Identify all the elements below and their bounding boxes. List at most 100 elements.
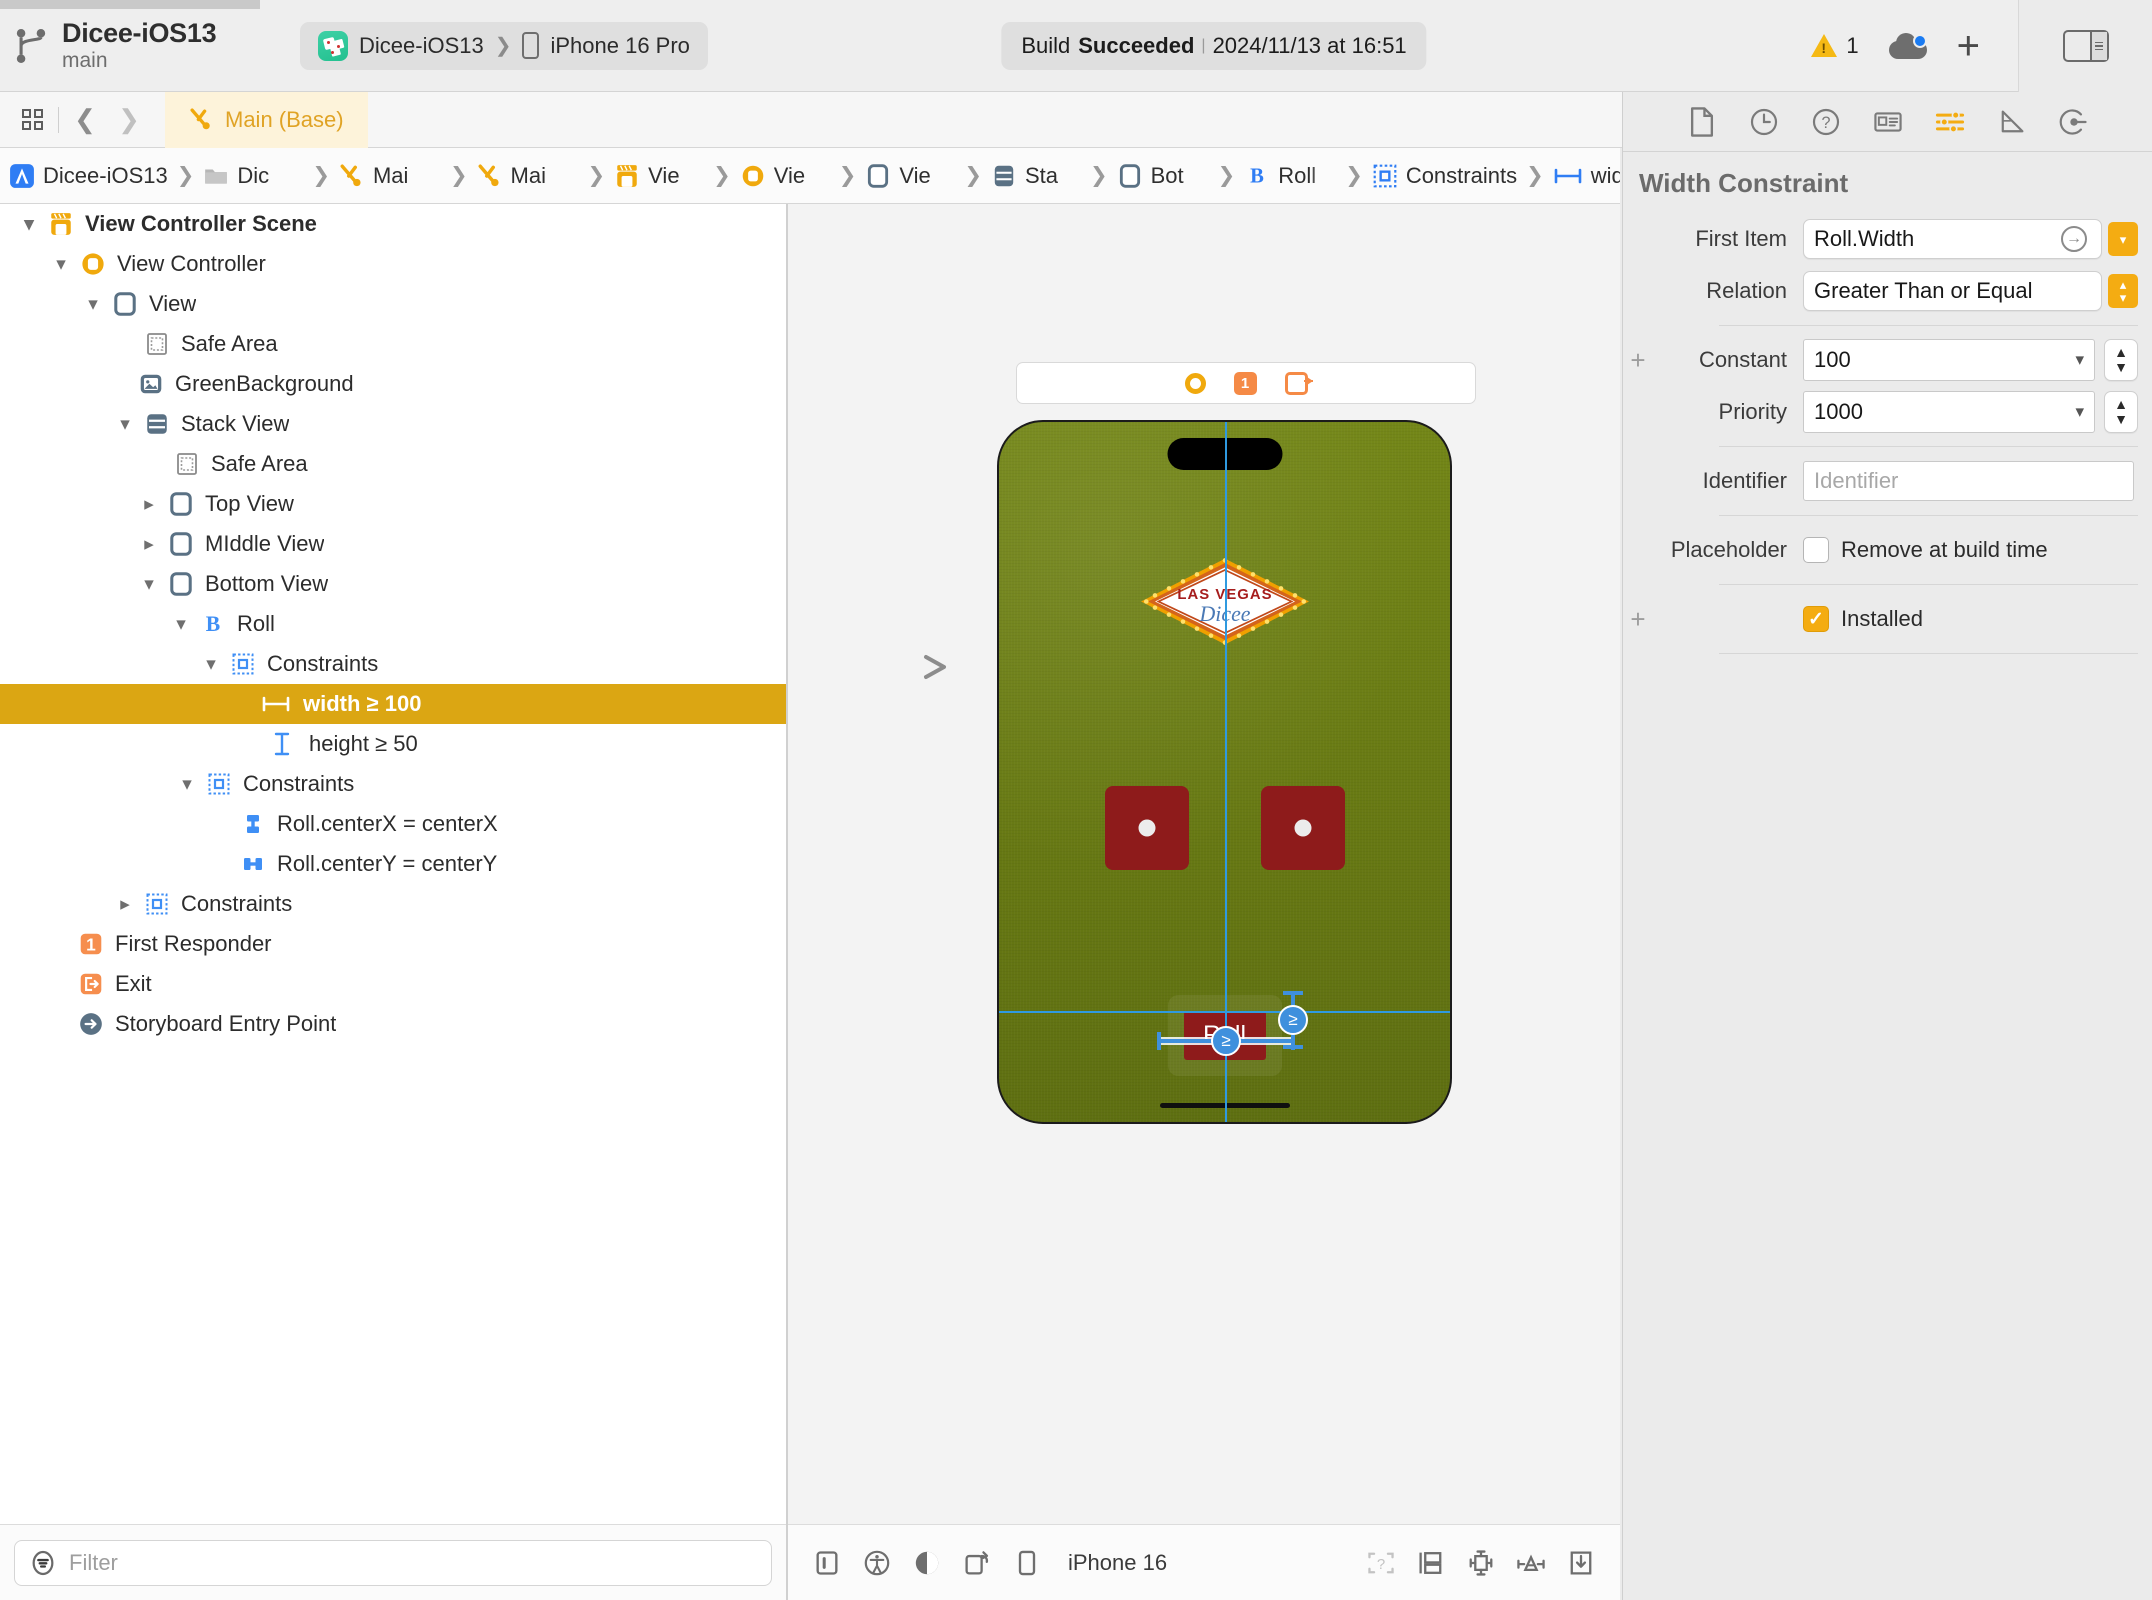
activity-view[interactable]: Build Succeeded | 2024/11/13 at 16:51 <box>1001 21 1427 70</box>
breadcrumb-item[interactable]: Mai <box>339 163 441 189</box>
outline-row-middle-view[interactable]: ▸ MIddle View <box>0 524 786 564</box>
appearance-button[interactable] <box>904 1540 950 1586</box>
disclosure-open-icon[interactable]: ▾ <box>196 653 226 676</box>
constant-stepper[interactable]: ▲ ▼ <box>2104 339 2138 381</box>
width-constraint-badge[interactable]: ≥ <box>1211 1026 1241 1056</box>
remove-at-build-time-checkbox[interactable] <box>1803 537 1829 563</box>
first-item-field[interactable]: Roll.Width → <box>1803 219 2102 259</box>
installed-checkbox[interactable]: ✓ <box>1803 606 1829 632</box>
device-orientation-button[interactable] <box>804 1540 850 1586</box>
identifier-field[interactable]: Identifier <box>1803 461 2134 501</box>
relation-popup-button[interactable]: ▴ ▾ <box>2108 274 2138 308</box>
outline-row-top-view[interactable]: ▸ Top View <box>0 484 786 524</box>
disclosure-open-icon[interactable]: ▾ <box>14 213 44 236</box>
disclosure-closed-icon[interactable]: ▸ <box>110 893 140 916</box>
first-item-popup-button[interactable]: ▾ <box>2108 222 2138 256</box>
tab-identity-inspector[interactable] <box>1857 92 1919 152</box>
outline-row-first-responder[interactable]: 1 First Responder <box>0 924 786 964</box>
outline-row-height-constraint[interactable]: height ≥ 50 <box>0 724 786 764</box>
go-forward-button[interactable]: ❯ <box>107 98 151 142</box>
resolve-issues-button[interactable] <box>1558 1540 1604 1586</box>
iphone-preview[interactable]: LAS VEGAS Dicee Roll ≥ ≥ <box>997 420 1452 1124</box>
show-editor-options-button[interactable] <box>10 98 54 142</box>
disclosure-open-icon[interactable]: ▾ <box>78 293 108 316</box>
installed-add-variation-button[interactable]: + <box>1623 606 1653 632</box>
constant-add-variation-button[interactable]: + <box>1623 347 1653 373</box>
embed-in-button[interactable] <box>1408 1540 1454 1586</box>
outline-row-bottom-view[interactable]: ▾ Bottom View <box>0 564 786 604</box>
disclosure-open-icon[interactable]: ▾ <box>110 413 140 436</box>
dice-image-2[interactable] <box>1260 786 1345 870</box>
tab-connections-inspector[interactable] <box>2043 92 2105 152</box>
go-back-button[interactable]: ❮ <box>63 98 107 142</box>
outline-row-view-controller-scene[interactable]: ▾ View Controller Scene <box>0 204 786 244</box>
outline-row-safe-area[interactable]: Safe Area <box>0 324 786 364</box>
breadcrumb-item[interactable]: Dic <box>203 163 303 189</box>
add-constraints-button[interactable] <box>1508 1540 1554 1586</box>
disclosure-open-icon[interactable]: ▾ <box>172 773 202 796</box>
view-controller-icon[interactable] <box>1184 372 1206 394</box>
priority-field[interactable]: 1000 ▾ <box>1803 391 2095 433</box>
rotate-device-button[interactable] <box>954 1540 1000 1586</box>
add-button[interactable]: + <box>1957 26 1980 66</box>
accessibility-button[interactable] <box>854 1540 900 1586</box>
outline-row-roll[interactable]: ▾ B Roll <box>0 604 786 644</box>
disclosure-open-icon[interactable]: ▾ <box>134 573 164 596</box>
first-responder-icon[interactable]: 1 <box>1233 371 1257 395</box>
outline-row-view-controller[interactable]: ▾ View Controller <box>0 244 786 284</box>
tab-quick-help-inspector[interactable]: ? <box>1795 92 1857 152</box>
breadcrumb-item[interactable]: Vie <box>865 163 955 189</box>
tab-size-inspector[interactable] <box>1981 92 2043 152</box>
relation-field[interactable]: Greater Than or Equal <box>1803 271 2102 311</box>
breadcrumb-item[interactable]: Mai <box>477 163 579 189</box>
exit-icon[interactable] <box>1284 371 1313 395</box>
outline-row-storyboard-entry-point[interactable]: Storyboard Entry Point <box>0 1004 786 1044</box>
device-variant-button[interactable] <box>1004 1540 1050 1586</box>
tab-file-inspector[interactable] <box>1671 92 1733 152</box>
outline-row-view[interactable]: ▾ View <box>0 284 786 324</box>
tab-main-base[interactable]: Main (Base) <box>165 91 368 148</box>
outline-row-centery-constraint[interactable]: Roll.centerY = centerY <box>0 844 786 884</box>
breadcrumb-item[interactable]: width ≥ 100 <box>1553 163 1620 189</box>
outline-row-constraints[interactable]: ▾ Constraints <box>0 644 786 684</box>
constant-field[interactable]: 100 ▾ <box>1803 339 2095 381</box>
tab-history-inspector[interactable] <box>1733 92 1795 152</box>
breadcrumb-item[interactable]: Sta <box>991 163 1081 189</box>
chevron-down-icon[interactable]: ▾ <box>2075 402 2084 422</box>
canvas-device-label[interactable]: iPhone 16 <box>1068 1550 1167 1576</box>
toggle-inspector-button[interactable] <box>2062 30 2109 62</box>
breadcrumb-label: width ≥ 100 <box>1590 162 1620 188</box>
scene-dock[interactable]: 1 <box>1016 362 1476 404</box>
outline-row-constraints[interactable]: ▾ Constraints <box>0 764 786 804</box>
dice-image-1[interactable] <box>1104 786 1189 870</box>
outline-row-safe-area[interactable]: Safe Area <box>0 444 786 484</box>
disclosure-open-icon[interactable]: ▾ <box>46 253 76 276</box>
disclosure-closed-icon[interactable]: ▸ <box>134 493 164 516</box>
outline-row-exit[interactable]: Exit <box>0 964 786 1004</box>
warnings-indicator[interactable]: 1 <box>1811 33 1859 59</box>
tab-attributes-inspector[interactable] <box>1919 92 1981 152</box>
breadcrumb-item[interactable]: Constraints <box>1372 163 1517 189</box>
outline-row-stack-view[interactable]: ▾ Stack View <box>0 404 786 444</box>
breadcrumb-item[interactable]: Vie <box>740 163 830 189</box>
align-button[interactable] <box>1458 1540 1504 1586</box>
outline-row-greenbackground[interactable]: GreenBackground <box>0 364 786 404</box>
breadcrumb-item[interactable]: Bot <box>1117 163 1209 189</box>
cloud-status-icon[interactable] <box>1888 32 1927 59</box>
disclosure-open-icon[interactable]: ▾ <box>166 613 196 636</box>
jump-to-icon[interactable]: → <box>2061 226 2087 252</box>
storyboard-canvas[interactable]: 1 LAS VEGAS ≥ ≥ <box>788 204 1620 1524</box>
outline-row-constraints[interactable]: ▸ Constraints <box>0 884 786 924</box>
height-constraint-badge[interactable]: ≥ <box>1278 1005 1308 1035</box>
breadcrumb-item[interactable]: Dicee-iOS13 <box>9 163 168 189</box>
document-outline[interactable]: ▾ View Controller Scene ▾ View Controlle… <box>0 204 786 1524</box>
priority-stepper[interactable]: ▲ ▼ <box>2104 391 2138 433</box>
scheme-destination-control[interactable]: Dicee-iOS13 ❯ iPhone 16 Pro <box>300 21 708 70</box>
filter-input[interactable]: Filter <box>14 1539 772 1586</box>
disclosure-closed-icon[interactable]: ▸ <box>134 533 164 556</box>
breadcrumb-item[interactable]: B Roll <box>1244 163 1336 189</box>
breadcrumb-item[interactable]: Vie <box>614 163 704 189</box>
chevron-down-icon[interactable]: ▾ <box>2075 350 2084 370</box>
outline-row-centerx-constraint[interactable]: Roll.centerX = centerX <box>0 804 786 844</box>
outline-row-width-constraint[interactable]: width ≥ 100 <box>0 684 786 724</box>
